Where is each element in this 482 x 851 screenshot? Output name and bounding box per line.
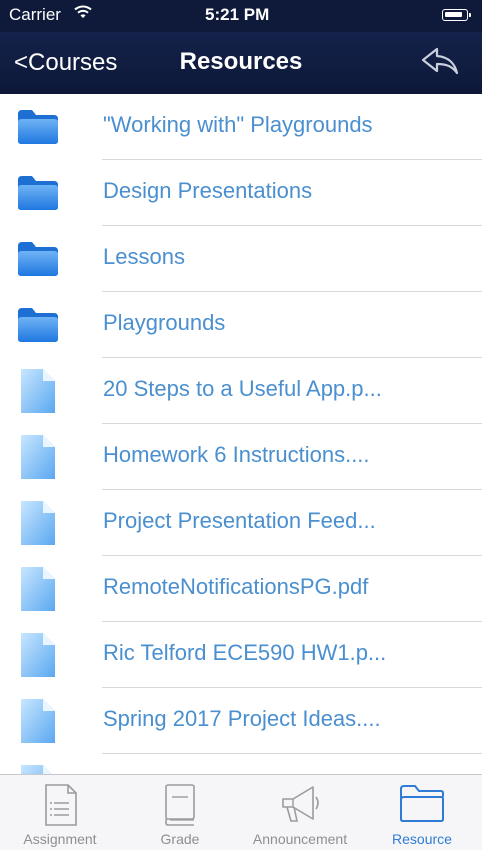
item-name: Spring 2017 Project Ideas.... xyxy=(103,706,381,731)
file-row[interactable]: RemoteNotificationsPG.pdf xyxy=(0,556,482,622)
document-icon xyxy=(16,566,60,611)
tab-grade[interactable]: Grade xyxy=(125,775,235,851)
document-icon xyxy=(16,434,60,479)
file-row[interactable]: Spring 2017 Project Ideas.... xyxy=(0,688,482,754)
carrier-label: Carrier xyxy=(9,5,61,24)
tab-label: Assignment xyxy=(23,831,97,847)
tab-assignment[interactable]: Assignment xyxy=(10,775,110,851)
item-name: Design Presentations xyxy=(103,178,313,203)
item-name: Homework 6 Instructions.... xyxy=(103,442,370,467)
folder-icon xyxy=(16,108,60,146)
item-name: Project Presentation Feed... xyxy=(103,508,376,533)
wifi-icon xyxy=(74,4,92,25)
document-icon xyxy=(16,632,60,677)
folder-row[interactable]: Playgrounds xyxy=(0,292,482,358)
folder-row[interactable]: Design Presentations xyxy=(0,160,482,226)
folder-icon xyxy=(16,306,60,344)
assignment-icon xyxy=(40,783,80,832)
document-icon xyxy=(16,500,60,545)
folder-row[interactable]: "Working with" Playgrounds xyxy=(0,94,482,160)
navigation-bar: <Courses Resources xyxy=(0,32,482,94)
tab-label: Grade xyxy=(160,831,200,847)
document-icon xyxy=(16,698,60,743)
reply-icon[interactable] xyxy=(420,45,460,82)
item-name: Lessons xyxy=(103,244,185,269)
item-name: Ric Telford ECE590 HW1.p... xyxy=(103,640,387,665)
tab-label: Resource xyxy=(392,831,452,847)
item-name: 20 Steps to a Useful App.p... xyxy=(103,376,382,401)
folder-icon xyxy=(16,174,60,212)
file-row[interactable]: 20 Steps to a Useful App.p... xyxy=(0,358,482,424)
book-icon xyxy=(162,783,198,832)
file-row[interactable]: Project Presentation Feed... xyxy=(0,490,482,556)
tab-resource[interactable]: Resource xyxy=(372,775,472,851)
tab-bar: Assignment Grade Announcement Resource xyxy=(0,774,482,850)
tab-label: Announcement xyxy=(252,831,348,847)
resource-list: "Working with" Playgrounds Design Present… xyxy=(0,94,482,774)
document-icon xyxy=(16,368,60,413)
item-name: RemoteNotificationsPG.pdf xyxy=(103,574,369,599)
file-row[interactable] xyxy=(0,754,482,774)
folder-icon xyxy=(16,240,60,278)
battery-icon xyxy=(442,9,471,21)
item-name: Playgrounds xyxy=(103,310,226,335)
status-bar: Carrier 5:21 PM xyxy=(0,0,482,32)
clock: 5:21 PM xyxy=(205,5,270,24)
folder-row[interactable]: Lessons xyxy=(0,226,482,292)
document-icon xyxy=(16,764,60,774)
item-name: "Working with" Playgrounds xyxy=(103,112,373,137)
file-row[interactable]: Homework 6 Instructions.... xyxy=(0,424,482,490)
megaphone-icon xyxy=(277,783,323,832)
file-row[interactable]: Ric Telford ECE590 HW1.p... xyxy=(0,622,482,688)
tab-announcement[interactable]: Announcement xyxy=(235,775,365,851)
folder-icon xyxy=(398,783,446,828)
page-title: Resources xyxy=(179,48,303,75)
